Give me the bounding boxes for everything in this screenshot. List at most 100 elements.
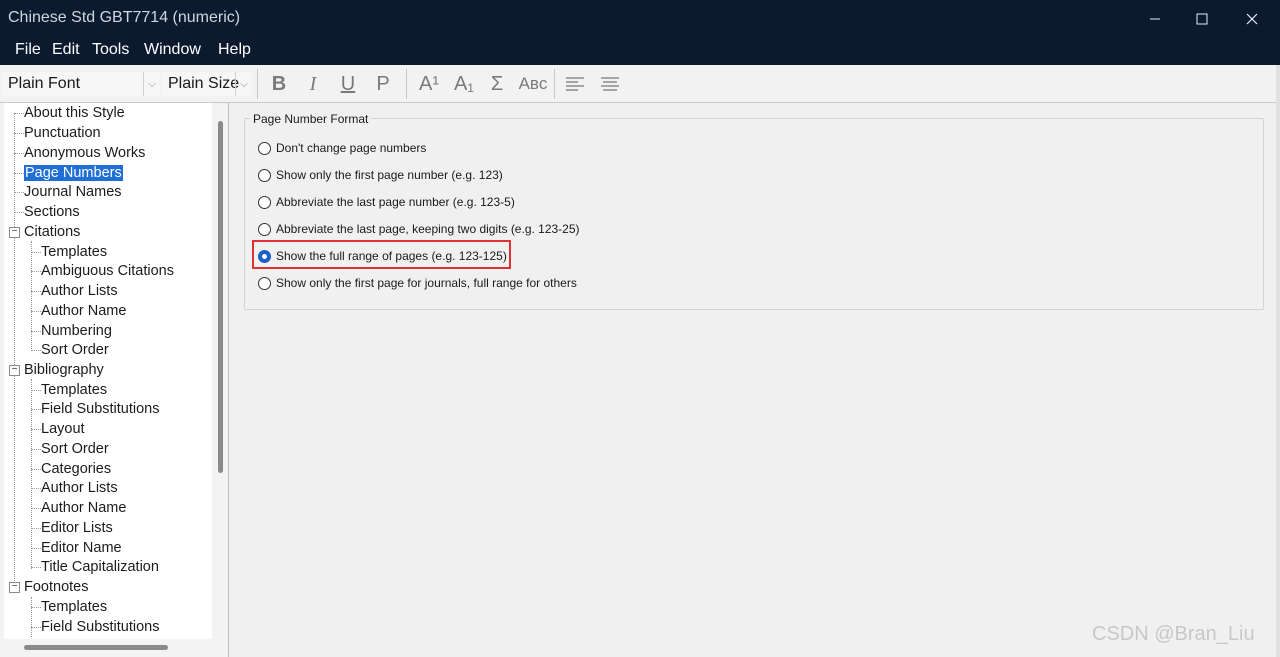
tree-item-label: Anonymous Works bbox=[24, 145, 146, 161]
tree-item-label: Layout bbox=[41, 421, 85, 437]
tree-item-categories[interactable]: Categories bbox=[41, 459, 111, 479]
radio-button[interactable] bbox=[258, 195, 271, 209]
tree-item-citations-author-name[interactable]: Author Name bbox=[41, 301, 126, 321]
tree-item-label: Categories bbox=[41, 461, 112, 477]
radio-first-page-only[interactable]: Show only the first page number (e.g. 12… bbox=[258, 165, 503, 185]
tree-connector bbox=[31, 311, 41, 312]
superscript-icon: A¹ bbox=[419, 72, 439, 95]
tree-item-citations-templates[interactable]: Templates bbox=[41, 242, 107, 262]
tree-item-label: Author Name bbox=[41, 500, 127, 516]
tree-connector bbox=[14, 113, 15, 587]
tree-item-label: Bibliography bbox=[24, 362, 104, 378]
tree-item-citations-author-lists[interactable]: Author Lists bbox=[41, 281, 118, 301]
tree-connector bbox=[31, 409, 41, 410]
tree-item-footnotes-templates[interactable]: Templates bbox=[41, 597, 107, 617]
tree-item-about[interactable]: About this Style bbox=[24, 103, 125, 123]
radio-button[interactable] bbox=[258, 276, 271, 290]
toolbar-divider bbox=[554, 69, 555, 99]
small-caps-button[interactable]: Aʙᴄ bbox=[516, 71, 550, 97]
radio-dont-change[interactable]: Don't change page numbers bbox=[258, 138, 426, 158]
radio-abbreviate-last-page[interactable]: Abbreviate the last page number (e.g. 12… bbox=[258, 192, 515, 212]
bold-button[interactable]: B bbox=[266, 71, 292, 97]
tree-item-bibliography-author-name[interactable]: Author Name bbox=[41, 498, 126, 518]
tree-item-label: Footnotes bbox=[24, 579, 89, 595]
tree-item-sections[interactable]: Sections bbox=[24, 202, 80, 222]
maximize-button[interactable] bbox=[1179, 0, 1225, 37]
tree-item-anonymous-works[interactable]: Anonymous Works bbox=[24, 143, 145, 163]
tree-connector bbox=[31, 350, 41, 351]
tree-item-layout[interactable]: Layout bbox=[41, 419, 85, 439]
minimize-button[interactable] bbox=[1132, 0, 1178, 37]
tree-item-label: Title Capitalization bbox=[41, 559, 159, 575]
group-title: Page Number Format bbox=[250, 112, 372, 126]
align-justify-button[interactable] bbox=[597, 71, 623, 97]
menu-edit[interactable]: Edit bbox=[52, 41, 80, 59]
tree-item-footnotes-field-substitutions[interactable]: Field Substitutions bbox=[41, 617, 159, 637]
tree-item-bibliography-author-lists[interactable]: Author Lists bbox=[41, 478, 118, 498]
tree-item-citations[interactable]: Citations bbox=[24, 222, 80, 242]
tree-item-editor-name[interactable]: Editor Name bbox=[41, 538, 122, 558]
tree-item-page-numbers[interactable]: Page Numbers bbox=[24, 163, 123, 183]
watermark: CSDN @Bran_Liu bbox=[1092, 623, 1255, 645]
radio-label: Abbreviate the last page number (e.g. 12… bbox=[276, 195, 515, 209]
radio-first-page-journals[interactable]: Show only the first page for journals, f… bbox=[258, 273, 577, 293]
italic-button[interactable]: I bbox=[300, 71, 326, 97]
tree-item-label: Author Lists bbox=[41, 480, 118, 496]
window-edge bbox=[1276, 65, 1280, 657]
tree-item-numbering[interactable]: Numbering bbox=[41, 321, 112, 341]
format-toolbar: Plain Font ⌵ Plain Size ⌵ B I U P A¹ A₁ … bbox=[0, 65, 1280, 103]
menu-window[interactable]: Window bbox=[144, 41, 201, 59]
tree-item-label: Author Lists bbox=[41, 283, 118, 299]
tree-connector bbox=[31, 429, 41, 430]
symbol-button[interactable]: Σ bbox=[484, 71, 510, 97]
font-select[interactable]: Plain Font ⌵ bbox=[2, 72, 160, 96]
underline-button[interactable]: U bbox=[335, 71, 361, 97]
tree-item-bibliography-sort-order[interactable]: Sort Order bbox=[41, 439, 109, 459]
tree-connector bbox=[31, 627, 41, 628]
minimize-icon bbox=[1150, 18, 1160, 19]
scrollbar-thumb[interactable] bbox=[218, 121, 223, 473]
toolbar-divider bbox=[406, 69, 407, 99]
tree-item-citations-sort-order[interactable]: Sort Order bbox=[41, 340, 109, 360]
tree-item-punctuation[interactable]: Punctuation bbox=[24, 123, 101, 143]
tree-item-label: Punctuation bbox=[24, 125, 101, 141]
tree-item-footnotes[interactable]: Footnotes bbox=[24, 577, 89, 597]
tree-item-field-substitutions[interactable]: Field Substitutions bbox=[41, 399, 159, 419]
scrollbar-thumb[interactable] bbox=[24, 645, 168, 650]
superscript-button[interactable]: A¹ bbox=[416, 71, 442, 97]
chevron-down-icon: ⌵ bbox=[143, 72, 160, 96]
menu-help[interactable]: Help bbox=[218, 41, 251, 59]
tree-horizontal-scrollbar[interactable] bbox=[4, 641, 212, 653]
tree-connector bbox=[31, 548, 41, 549]
tree-connector bbox=[31, 271, 41, 272]
tree-item-editor-lists[interactable]: Editor Lists bbox=[41, 518, 113, 538]
tree-item-ambiguous-citations[interactable]: Ambiguous Citations bbox=[41, 261, 174, 281]
align-justify-icon bbox=[601, 77, 619, 91]
radio-button[interactable] bbox=[258, 222, 271, 236]
underline-icon: U bbox=[340, 72, 356, 95]
size-select[interactable]: Plain Size ⌵ bbox=[162, 72, 252, 96]
chevron-down-icon: ⌵ bbox=[235, 72, 252, 96]
radio-button[interactable] bbox=[258, 168, 271, 182]
collapse-icon[interactable]: − bbox=[9, 582, 20, 593]
collapse-icon[interactable]: − bbox=[9, 365, 20, 376]
tree-connector bbox=[31, 331, 41, 332]
menu-tools[interactable]: Tools bbox=[92, 41, 129, 59]
radio-label: Show only the first page number (e.g. 12… bbox=[276, 168, 503, 182]
tree-connector bbox=[31, 390, 41, 391]
radio-abbreviate-two-digits[interactable]: Abbreviate the last page, keeping two di… bbox=[258, 219, 580, 239]
radio-button[interactable] bbox=[258, 141, 271, 155]
tree-item-bibliography[interactable]: Bibliography bbox=[24, 360, 104, 380]
align-left-button[interactable] bbox=[562, 71, 588, 97]
subscript-button[interactable]: A₁ bbox=[451, 71, 477, 97]
tree-item-bibliography-templates[interactable]: Templates bbox=[41, 380, 107, 400]
tree-item-label: Page Numbers bbox=[24, 165, 123, 181]
tree-item-title-capitalization[interactable]: Title Capitalization bbox=[41, 557, 159, 577]
menu-file[interactable]: File bbox=[15, 41, 41, 59]
window-title: Chinese Std GBT7714 (numeric) bbox=[8, 9, 241, 26]
collapse-icon[interactable]: − bbox=[9, 227, 20, 238]
close-button[interactable] bbox=[1229, 0, 1275, 37]
plain-button[interactable]: P bbox=[370, 71, 396, 97]
tree-vertical-scrollbar[interactable] bbox=[214, 103, 226, 639]
tree-item-journal-names[interactable]: Journal Names bbox=[24, 182, 122, 202]
